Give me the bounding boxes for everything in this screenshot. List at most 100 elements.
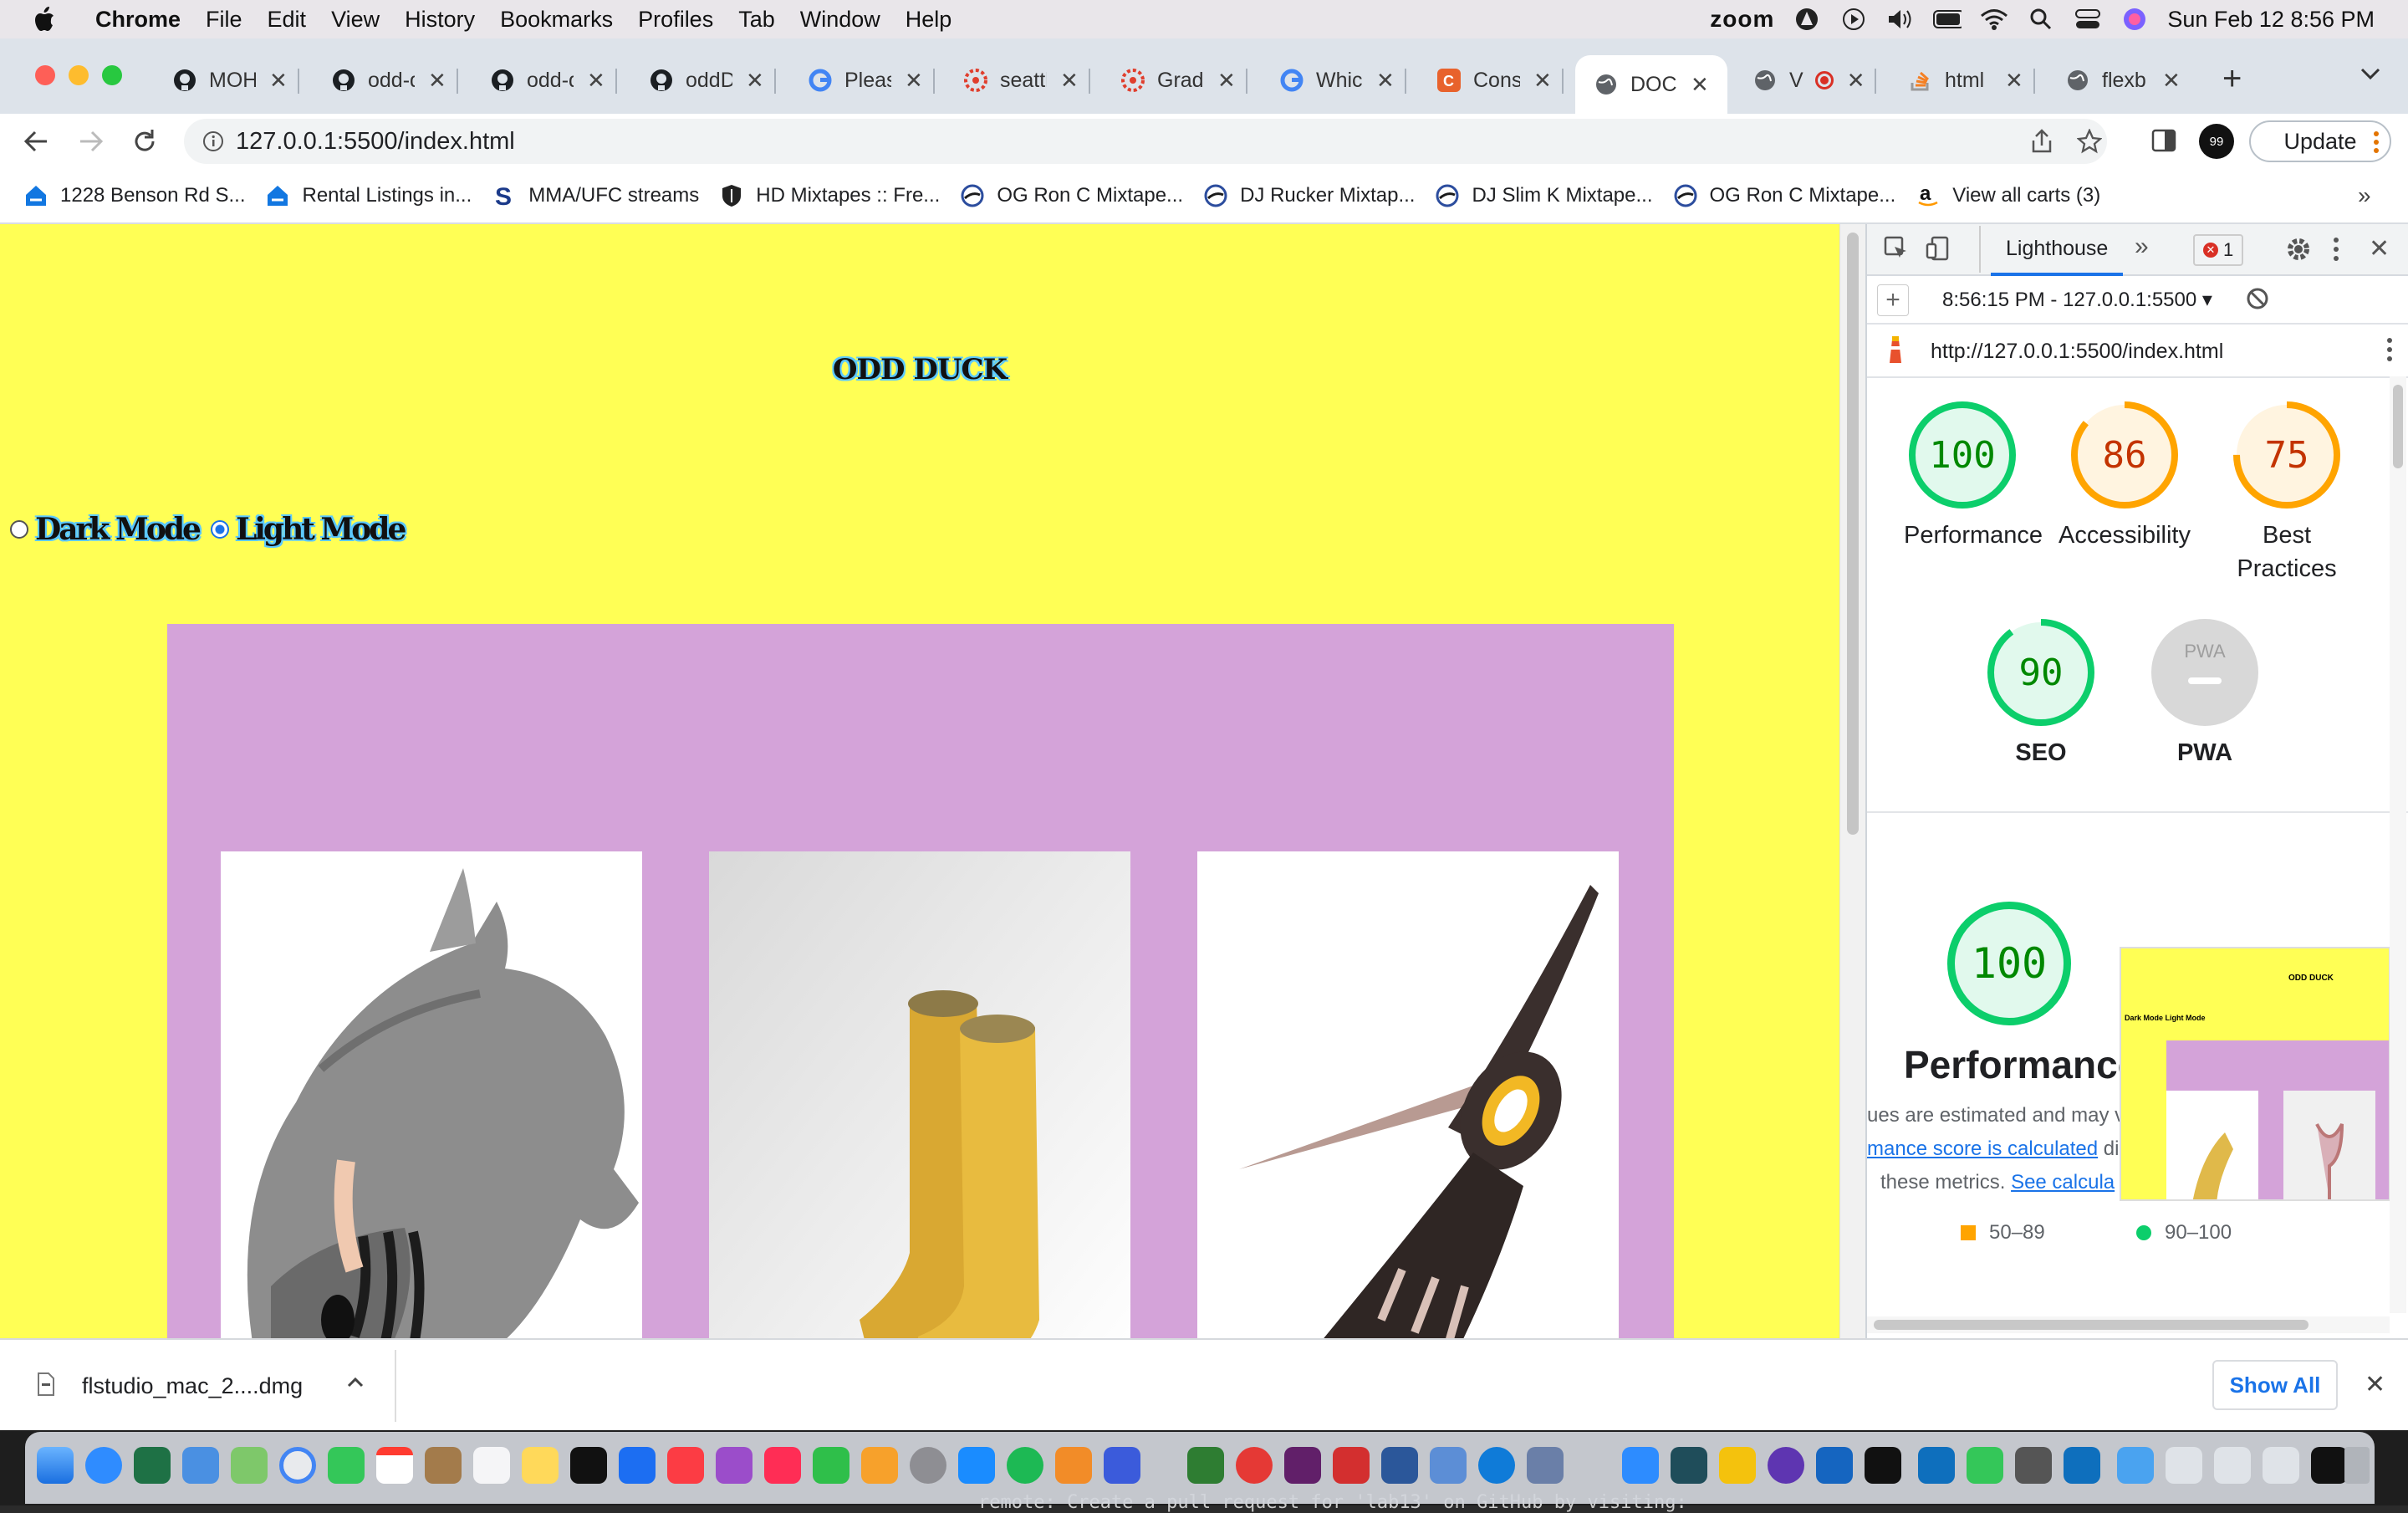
trash-icon[interactable]: [2344, 1447, 2370, 1484]
clear-reports-icon[interactable]: [2245, 286, 2270, 317]
play-icon[interactable]: [1839, 5, 1868, 33]
apple-logo-icon[interactable]: [33, 7, 55, 32]
light-mode-radio[interactable]: [210, 520, 229, 539]
close-tab-icon[interactable]: ✕: [1217, 68, 1236, 94]
mail-icon[interactable]: [182, 1447, 219, 1484]
light-mode-label[interactable]: Light Mode: [236, 512, 406, 547]
menu-app-name[interactable]: Chrome: [95, 7, 181, 33]
close-tab-icon[interactable]: ✕: [428, 68, 446, 94]
close-tab-icon[interactable]: ✕: [746, 68, 764, 94]
zoom-window-button[interactable]: [102, 65, 122, 85]
vpn-icon[interactable]: [1793, 5, 1821, 33]
spotify-icon[interactable]: [1007, 1447, 1043, 1484]
tab-odd-d-1[interactable]: odd-d ✕: [331, 55, 458, 105]
vscode-window-icon[interactable]: [2064, 1447, 2100, 1484]
score-gauge-pwa[interactable]: PWA PWA: [2146, 619, 2263, 769]
download-filename[interactable]: flstudio_mac_2....dmg: [82, 1373, 303, 1399]
youtube-icon[interactable]: [1236, 1447, 1273, 1484]
page-screenshot-thumbnail[interactable]: ODD DUCK Dark Mode Light Mode: [2120, 947, 2390, 1201]
tab-pleas[interactable]: Pleas ✕: [808, 55, 935, 105]
close-tab-icon[interactable]: ✕: [2005, 68, 2023, 94]
tab-cons[interactable]: C Cons ✕: [1436, 55, 1564, 105]
news-icon[interactable]: [764, 1447, 801, 1484]
remote-desktop-icon[interactable]: [1527, 1447, 1564, 1484]
tab-html[interactable]: html ✕: [1908, 55, 2035, 105]
podcasts-icon[interactable]: [716, 1447, 752, 1484]
chrome-icon[interactable]: [279, 1447, 316, 1484]
score-gauge-performance[interactable]: 100 Performance: [1904, 401, 2043, 552]
tab-search-chevron-icon[interactable]: [2360, 65, 2381, 86]
back-arrow-icon[interactable]: [22, 127, 50, 160]
side-panel-icon[interactable]: [2150, 127, 2177, 158]
score-calculated-link[interactable]: mance score is calculated: [1867, 1137, 2098, 1160]
share-icon[interactable]: [2030, 129, 2053, 158]
close-download-shelf-icon[interactable]: ✕: [2365, 1370, 2385, 1399]
tab-seattl[interactable]: seattl ✕: [963, 55, 1090, 105]
tab-grad[interactable]: Grad ✕: [1120, 55, 1247, 105]
printer-icon[interactable]: [1430, 1447, 1467, 1484]
tab-lighthouse[interactable]: Lighthouse: [1991, 224, 2124, 276]
vscode-icon[interactable]: [1918, 1447, 1955, 1484]
url-text[interactable]: 127.0.0.1:5500/index.html: [236, 128, 515, 156]
menu-history[interactable]: History: [405, 7, 475, 33]
waves-app-icon[interactable]: [1671, 1447, 1707, 1484]
close-window-button[interactable]: [35, 65, 55, 85]
settings-gear-icon[interactable]: [2285, 236, 2312, 268]
close-tab-icon[interactable]: ✕: [905, 68, 923, 94]
battery-icon[interactable]: [1933, 5, 1962, 33]
m-app-icon[interactable]: [1719, 1447, 1756, 1484]
menu-help[interactable]: Help: [906, 7, 952, 33]
downloads-folder-icon[interactable]: [2117, 1447, 2154, 1484]
shoe-app-icon[interactable]: [1333, 1447, 1370, 1484]
tab-which[interactable]: Which ✕: [1279, 55, 1406, 105]
report-url[interactable]: http://127.0.0.1:5500/index.html: [1931, 340, 2223, 364]
tab-oddd[interactable]: oddD ✕: [649, 55, 776, 105]
site-info-icon[interactable]: [202, 130, 224, 156]
more-bookmarks-chevron-icon[interactable]: »: [2358, 182, 2371, 209]
devtools-horizontal-scrollbar[interactable]: [1867, 1316, 2390, 1333]
edge-icon[interactable]: [1478, 1447, 1515, 1484]
close-tab-icon[interactable]: ✕: [1847, 68, 1865, 94]
zoom-app-icon[interactable]: [1622, 1447, 1659, 1484]
tab-v[interactable]: V ✕: [1752, 55, 1878, 105]
bookmark-og-ron-c-2[interactable]: OG Ron C Mixtape...: [1673, 183, 1895, 208]
update-button[interactable]: Update: [2249, 120, 2391, 162]
bookmark-amazon-carts[interactable]: a View all carts (3): [1916, 183, 2100, 208]
volume-icon[interactable]: [1886, 5, 1915, 33]
product-image-scissors[interactable]: [1197, 851, 1619, 1338]
bookmark-hd-mixtapes[interactable]: HD Mixtapes :: Fre...: [719, 183, 940, 208]
notes-icon[interactable]: [522, 1447, 559, 1484]
score-gauge-best-practices[interactable]: 75 Best Practices: [2228, 401, 2345, 585]
fl-studio-icon[interactable]: [1055, 1447, 1092, 1484]
pages-icon[interactable]: [861, 1447, 898, 1484]
close-tab-icon[interactable]: ✕: [1691, 72, 1709, 98]
menu-edit[interactable]: Edit: [268, 7, 307, 33]
menu-file[interactable]: File: [206, 7, 242, 33]
menu-tab[interactable]: Tab: [738, 7, 775, 33]
contacts-icon[interactable]: [425, 1447, 462, 1484]
app-store-icon[interactable]: [958, 1447, 995, 1484]
dark-mode-radio[interactable]: [10, 520, 28, 539]
address-bar[interactable]: 127.0.0.1:5500/index.html: [184, 119, 2107, 164]
profile-avatar[interactable]: 99: [2199, 124, 2234, 159]
page-scroll-thumb[interactable]: [1847, 233, 1859, 835]
terminal-icon[interactable]: [1865, 1447, 1901, 1484]
bookmark-star-icon[interactable]: [2076, 128, 2103, 158]
control-center-icon[interactable]: [2074, 5, 2102, 33]
close-tab-icon[interactable]: ✕: [587, 68, 605, 94]
document-stack-icon-2[interactable]: [2214, 1447, 2251, 1484]
apple-tv-icon[interactable]: [570, 1447, 607, 1484]
page-scrollbar[interactable]: [1839, 224, 1865, 1338]
close-devtools-icon[interactable]: ✕: [2369, 234, 2390, 263]
close-tab-icon[interactable]: ✕: [1376, 68, 1395, 94]
spotlight-search-icon[interactable]: [2027, 5, 2055, 33]
menu-profiles[interactable]: Profiles: [638, 7, 713, 33]
report-menu-kebab-icon[interactable]: [2385, 336, 2394, 369]
score-gauge-accessibility[interactable]: 86 Accessibility: [2058, 401, 2191, 552]
product-image-shark-sleeping-bag[interactable]: [221, 851, 642, 1338]
maps-icon[interactable]: [231, 1447, 268, 1484]
word-icon[interactable]: [1381, 1447, 1418, 1484]
siri-icon[interactable]: [2120, 5, 2149, 33]
document-stack-icon-3[interactable]: [2263, 1447, 2299, 1484]
devtools-kebab-icon[interactable]: [2332, 236, 2340, 268]
